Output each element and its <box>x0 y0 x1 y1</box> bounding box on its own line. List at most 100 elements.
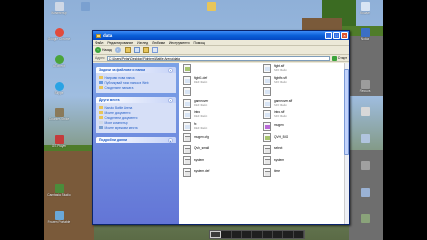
file-item[interactable]: system <box>263 155 329 167</box>
desktop-icon-r6[interactable] <box>352 161 378 171</box>
file-icon <box>263 156 271 166</box>
portable-icon <box>54 211 64 220</box>
desktop-icon-skype[interactable]: Skype <box>46 82 72 96</box>
minimize-button[interactable]: _ <box>325 32 332 39</box>
views-button[interactable] <box>151 47 158 53</box>
file-icon <box>263 110 271 120</box>
desktop-icon-top-2[interactable] <box>72 2 98 12</box>
file-icon <box>183 87 191 97</box>
file-item[interactable]: system <box>183 155 249 167</box>
close-button[interactable]: × <box>341 32 348 39</box>
file-item[interactable]: Qvh_small <box>183 144 249 156</box>
menu-tools[interactable]: Инструменти <box>169 41 190 45</box>
file-icon <box>263 167 271 177</box>
computer-icon <box>54 2 64 11</box>
place-item[interactable]: Моите мрежови места <box>99 125 173 130</box>
menu-edit[interactable]: Редактирование <box>107 41 133 45</box>
nokia-icon <box>360 28 370 37</box>
folders-button[interactable] <box>142 47 149 53</box>
network-icon <box>99 125 103 130</box>
desktop-icon-recuva[interactable]: Recuva <box>352 80 378 94</box>
go-button[interactable]: Старт <box>331 55 347 61</box>
desktop-icon-computer[interactable]: Компютър <box>46 2 72 16</box>
forward-button[interactable]: › <box>114 47 122 53</box>
file-column-1: fight1.def DEF Файл gameover DEF Файл intr… <box>183 63 249 178</box>
desktop-icon-r7[interactable] <box>352 188 378 198</box>
file-item[interactable]: QVH_BIG <box>263 132 329 144</box>
desktop-icon-player[interactable]: GS Player <box>46 135 72 149</box>
file-item[interactable]: time <box>263 167 329 179</box>
up-button[interactable] <box>124 47 131 53</box>
music-file-icon <box>263 121 271 131</box>
player-icon <box>54 135 64 144</box>
vertical-scrollbar[interactable] <box>344 63 349 224</box>
utorrent-icon <box>54 55 64 64</box>
file-item[interactable] <box>183 86 249 98</box>
hotbar <box>209 230 305 239</box>
file-item[interactable]: fight.sff SFF Файл <box>263 63 329 75</box>
file-item[interactable]: select <box>263 144 329 156</box>
chevron-down-icon[interactable]: v <box>168 137 173 143</box>
title-bar[interactable]: data _ □ × <box>93 31 349 40</box>
chevron-up-icon[interactable]: ^ <box>168 67 173 73</box>
back-arrow-icon: ‹ <box>95 47 101 53</box>
address-label: Адрес <box>95 56 105 60</box>
file-item[interactable]: system.def <box>183 167 249 179</box>
file-item[interactable]: mugen.cfg <box>183 132 249 144</box>
panel-header[interactable]: Подробни данни v <box>96 137 176 143</box>
file-icon <box>263 87 271 97</box>
file-item[interactable]: gameover DEF Файл <box>183 98 249 110</box>
file-item[interactable]: intro.sff SFF Файл <box>263 109 329 121</box>
window-body: Задачи за файлове и папки ^ Направи нова … <box>93 63 349 224</box>
explorer-window: data _ □ × Файл Редактирование Изглед Лю… <box>92 30 350 225</box>
desktop-icon-folder[interactable] <box>198 2 224 12</box>
desktop-icon-chrome[interactable]: Google Chrome <box>46 28 72 42</box>
cs-icon <box>54 108 64 117</box>
address-input[interactable]: C:\Users\Petar\Desktop\Fighters\Battle A… <box>106 55 330 61</box>
desktop-icon-r4[interactable] <box>352 107 378 117</box>
app-icon <box>360 134 370 143</box>
file-item[interactable]: fight1.def DEF Файл <box>183 75 249 87</box>
file-item[interactable]: mugen <box>263 121 329 133</box>
app-icon <box>360 214 370 223</box>
file-item[interactable]: gameover.sff SFF Файл <box>263 98 329 110</box>
app-icon <box>360 188 370 197</box>
window-title: data <box>103 33 113 38</box>
back-button[interactable]: ‹ Назад <box>95 47 112 53</box>
file-item[interactable]: intro DEF Файл <box>183 109 249 121</box>
image-file-icon <box>263 133 271 143</box>
desktop-icon-camtasia[interactable]: Camtasia Studio <box>46 184 72 198</box>
new-folder-icon <box>99 75 103 80</box>
desktop-icon-recycle[interactable]: Кошче <box>352 2 378 16</box>
task-pane: Задачи за файлове и папки ^ Направи нова … <box>93 63 179 224</box>
file-item[interactable]: fx DEF Файл <box>183 121 249 133</box>
desktop-icon-nokia[interactable]: Nokia <box>352 28 378 42</box>
chevron-up-icon[interactable]: ^ <box>168 97 173 103</box>
app-icon <box>360 107 370 116</box>
file-list: fight1.def DEF Файл gameover DEF Файл intr… <box>179 63 349 224</box>
desktop-icon-r5[interactable] <box>352 134 378 144</box>
search-button[interactable] <box>133 47 140 53</box>
file-icon <box>183 75 191 85</box>
views-icon <box>151 47 158 53</box>
scrollbar-thumb[interactable] <box>344 69 349 155</box>
folder-icon <box>99 105 103 110</box>
menu-help[interactable]: Помощ <box>194 41 205 45</box>
task-share-folder[interactable]: Споделяне папката <box>99 85 173 90</box>
desktop-icon-counter-strike[interactable]: Counter-Strike <box>46 108 72 122</box>
maximize-button[interactable]: □ <box>333 32 340 39</box>
file-item[interactable] <box>183 63 249 75</box>
desktop-icon-utorrent[interactable]: uTorrent <box>46 55 72 69</box>
desktop-icon-portable[interactable]: Frozen Portable <box>46 211 72 225</box>
menu-file[interactable]: Файл <box>95 41 103 45</box>
menu-favorites[interactable]: Любими <box>152 41 165 45</box>
desktop-icon-r8[interactable] <box>352 214 378 224</box>
go-arrow-icon <box>331 55 337 61</box>
file-item[interactable] <box>263 86 329 98</box>
skype-icon <box>54 82 64 91</box>
other-places-panel: Други места ^ Naruto Battle Arena Моите д… <box>96 97 176 133</box>
file-item[interactable]: fightfx.sff SFF Файл <box>263 75 329 87</box>
file-column-2: fight.sff SFF Файл fightfx.sff SFF Файл ga… <box>263 63 329 178</box>
documents-icon <box>99 110 103 115</box>
menu-view[interactable]: Изглед <box>137 41 148 45</box>
